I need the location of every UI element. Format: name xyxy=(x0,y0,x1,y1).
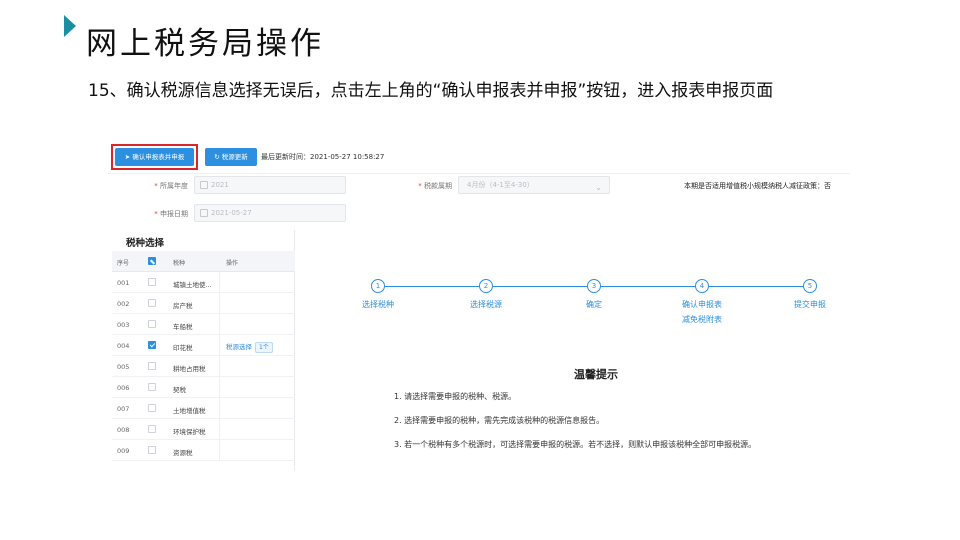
step-number: 3 xyxy=(587,279,601,293)
table-row: 006 契税 xyxy=(112,377,295,398)
table-row: 008 环境保护税 xyxy=(112,419,295,440)
table-body: 001 城镇土地使... 002 房产税 003 车船税 004 印花税 税源选择 1个 005 耕地… xyxy=(112,272,295,461)
tax-name: 车船税 xyxy=(173,323,193,331)
progress-stepper: 1 选择税种 2 选择税源 3 确定 4 确认申报表 减免税附表 5 提交申报 xyxy=(362,279,826,339)
count-badge: 1个 xyxy=(255,342,273,353)
column-divider xyxy=(219,419,220,440)
toolbar: ➤ 确认申报表并申报 ↻ 税源更新 最后更新时间：2021-05-27 10:5… xyxy=(108,140,850,174)
year-label: * 所属年度 xyxy=(154,182,188,190)
last-update-time: 最后更新时间：2021-05-27 10:58:27 xyxy=(261,153,385,161)
column-divider xyxy=(219,356,220,377)
row-number: 002 xyxy=(117,300,130,308)
step-number: 5 xyxy=(803,279,817,293)
instruction-text: 15、确认税源信息选择无误后，点击左上角的“确认申报表并申报”按钮，进入报表申报… xyxy=(88,81,774,101)
row-number: 005 xyxy=(117,363,130,371)
row-number: 008 xyxy=(117,426,130,434)
tax-source-select-link[interactable]: 税源选择 1个 xyxy=(226,341,273,353)
tax-name: 印花税 xyxy=(173,344,193,352)
tax-portal-screenshot: ➤ 确认申报表并申报 ↻ 税源更新 最后更新时间：2021-05-27 10:5… xyxy=(108,140,850,470)
table-row: 001 城镇土地使... xyxy=(112,272,295,293)
tax-source-update-button[interactable]: ↻ 税源更新 xyxy=(205,148,257,166)
tax-name: 资源税 xyxy=(173,449,193,457)
row-number: 004 xyxy=(117,342,130,350)
confirm-and-declare-button[interactable]: ➤ 确认申报表并申报 xyxy=(115,148,194,166)
update-button-label: 税源更新 xyxy=(221,153,248,161)
table-row: 005 耕地占用税 xyxy=(112,356,295,377)
tax-name: 契税 xyxy=(173,386,186,394)
date-label: * 申报日期 xyxy=(154,210,188,218)
row-number: 007 xyxy=(117,405,130,413)
row-number: 001 xyxy=(117,279,130,287)
step-label: 选择税源 xyxy=(470,300,502,309)
header-tax: 税种 xyxy=(173,260,186,267)
step-label: 提交申报 xyxy=(794,300,826,309)
table-row: 003 车船税 xyxy=(112,314,295,335)
row-checkbox[interactable] xyxy=(148,383,156,391)
calendar-icon xyxy=(200,181,208,189)
row-number: 006 xyxy=(117,384,130,392)
row-checkbox[interactable] xyxy=(148,320,156,328)
table-row: 007 土地增值税 xyxy=(112,398,295,419)
column-divider xyxy=(219,335,220,356)
title-arrow-icon xyxy=(64,15,76,37)
row-checkbox[interactable] xyxy=(148,341,156,349)
tax-name: 环境保护税 xyxy=(173,428,206,436)
tax-name: 土地增值税 xyxy=(173,407,206,415)
select-all-checkbox[interactable] xyxy=(148,257,156,265)
tax-name: 房产税 xyxy=(173,302,193,310)
column-divider xyxy=(219,377,220,398)
column-divider xyxy=(219,293,220,314)
policy-text: 本期是否适用增值税小规模纳税人减征政策：否 xyxy=(684,182,831,190)
table-row: 009 资源税 xyxy=(112,440,295,461)
row-checkbox[interactable] xyxy=(148,278,156,286)
confirm-button-label: 确认申报表并申报 xyxy=(132,153,185,161)
slide-title: 网上税务局操作 xyxy=(86,26,324,62)
table-header: 序号 税种 操作 xyxy=(112,251,295,272)
tip-item: 1. 请选择需要申报的税种、税源。 xyxy=(394,392,517,401)
column-divider xyxy=(219,398,220,419)
period-label: * 税款属期 xyxy=(418,182,452,190)
tip-item: 3. 若一个税种有多个税源时，可选择需要申报的税源。若不选择，则默认申报该税种全… xyxy=(394,440,757,449)
row-checkbox[interactable] xyxy=(148,362,156,370)
step-label: 确认申报表 减免税附表 xyxy=(682,300,722,324)
tips-title: 温馨提示 xyxy=(574,368,618,381)
period-select[interactable]: 4月份（4-1至4-30） ⌄ xyxy=(458,176,610,194)
year-field[interactable]: 2021 xyxy=(194,176,346,194)
refresh-icon: ↻ xyxy=(214,153,222,161)
step-number: 4 xyxy=(695,279,709,293)
row-checkbox[interactable] xyxy=(148,425,156,433)
step-label: 选择税种 xyxy=(362,300,394,309)
calendar-icon xyxy=(200,209,208,217)
tax-selection-panel: 税种选择 序号 税种 操作 001 城镇土地使... 002 房产税 003 车船税 004… xyxy=(112,230,295,470)
row-checkbox[interactable] xyxy=(148,299,156,307)
tip-item: 2. 选择需要申报的税种，需先完成该税种的税源信息报告。 xyxy=(394,416,605,425)
panel-title: 税种选择 xyxy=(126,238,165,249)
column-divider xyxy=(219,440,220,461)
row-number: 009 xyxy=(117,447,130,455)
chevron-down-icon: ⌄ xyxy=(595,183,602,192)
row-checkbox[interactable] xyxy=(148,446,156,454)
column-divider xyxy=(219,272,220,293)
header-op: 操作 xyxy=(226,260,239,267)
table-row: 004 印花税 税源选择 1个 xyxy=(112,335,295,356)
row-checkbox[interactable] xyxy=(148,404,156,412)
tax-name: 城镇土地使... xyxy=(173,281,212,289)
step-number: 1 xyxy=(371,279,385,293)
row-number: 003 xyxy=(117,321,130,329)
column-divider xyxy=(219,314,220,335)
tax-name: 耕地占用税 xyxy=(173,365,206,373)
table-row: 002 房产税 xyxy=(112,293,295,314)
step-label: 确定 xyxy=(586,300,602,309)
step-number: 2 xyxy=(479,279,493,293)
header-no: 序号 xyxy=(117,260,130,267)
date-field[interactable]: 2021-05-27 xyxy=(194,204,346,222)
